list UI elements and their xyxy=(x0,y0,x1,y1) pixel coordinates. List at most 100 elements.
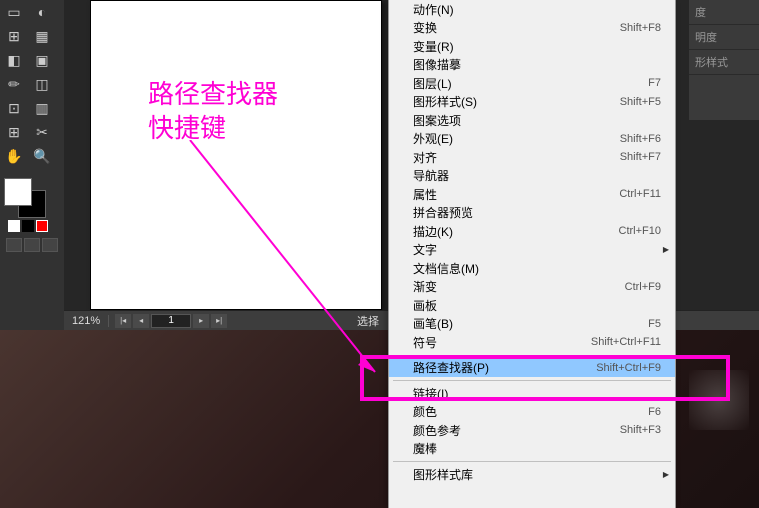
menu-item-shortcut: F6 xyxy=(648,406,661,418)
screen-mode-icons xyxy=(0,238,64,252)
menu-item[interactable]: 变量(R) xyxy=(389,37,675,56)
screen-mode-button[interactable] xyxy=(42,238,58,252)
tool-button[interactable]: ⊞ xyxy=(0,24,28,48)
menu-item-label: 动作(N) xyxy=(413,1,661,18)
menu-item-shortcut: Shift+F8 xyxy=(620,22,661,34)
menu-item[interactable]: 对齐Shift+F7 xyxy=(389,148,675,167)
menu-item[interactable]: 属性Ctrl+F11 xyxy=(389,185,675,204)
mini-swatch-black[interactable] xyxy=(22,220,34,232)
first-page-button[interactable]: |◂ xyxy=(115,314,131,328)
hand-tool-icon[interactable]: ✋ xyxy=(0,144,28,168)
menu-separator xyxy=(393,355,671,356)
menu-item[interactable]: 路径查找器(P)Shift+Ctrl+F9 xyxy=(389,359,675,378)
panel-tab[interactable]: 度 xyxy=(689,0,759,25)
menu-item-shortcut: F7 xyxy=(648,77,661,89)
tool-button[interactable]: ◧ xyxy=(0,48,28,72)
menu-item-label: 图形样式(S) xyxy=(413,93,620,110)
menu-item-shortcut: Shift+Ctrl+F9 xyxy=(596,362,661,374)
menu-item[interactable]: 动作(N) xyxy=(389,0,675,19)
zoom-level[interactable]: 121% xyxy=(64,315,109,327)
menu-item-label: 文档信息(M) xyxy=(413,260,661,277)
left-toolbar: ▭◐ ⊞▦ ◧▣ ✏◫ ⊡▥ ⊞✂ ✋🔍 xyxy=(0,0,64,330)
mini-swatches xyxy=(0,220,64,232)
menu-item-label: 拼合器预览 xyxy=(413,204,661,221)
window-menu: 动作(N)变换Shift+F8变量(R)图像描摹图层(L)F7图形样式(S)Sh… xyxy=(388,0,676,508)
menu-item-label: 描边(K) xyxy=(413,223,619,240)
menu-item-label: 魔棒 xyxy=(413,440,661,457)
menu-item[interactable]: 文字▶ xyxy=(389,241,675,260)
menu-item-label: 图案选项 xyxy=(413,112,661,129)
tool-button[interactable]: ✏ xyxy=(0,72,28,96)
menu-item[interactable]: 导航器 xyxy=(389,167,675,186)
menu-item[interactable]: 文档信息(M) xyxy=(389,259,675,278)
menu-separator xyxy=(393,461,671,462)
menu-item-label: 导航器 xyxy=(413,167,661,184)
menu-item-shortcut: Shift+F3 xyxy=(620,424,661,436)
menu-item[interactable]: 图形样式库▶ xyxy=(389,465,675,484)
menu-item-label: 变换 xyxy=(413,19,620,36)
right-panel-tabs: 度 明度 形样式 xyxy=(689,0,759,120)
tool-button[interactable]: ✂ xyxy=(28,120,56,144)
panel-tab[interactable]: 明度 xyxy=(689,25,759,50)
page-number-input[interactable] xyxy=(151,314,191,328)
menu-item[interactable]: 图像描摹 xyxy=(389,56,675,75)
submenu-arrow-icon: ▶ xyxy=(663,245,669,254)
menu-item[interactable]: 描边(K)Ctrl+F10 xyxy=(389,222,675,241)
menu-item-shortcut: Ctrl+F9 xyxy=(625,281,661,293)
submenu-arrow-icon: ▶ xyxy=(663,470,669,479)
menu-item[interactable]: 画笔(B)F5 xyxy=(389,315,675,334)
menu-item-shortcut: Shift+F5 xyxy=(620,96,661,108)
menu-item[interactable]: 颜色参考Shift+F3 xyxy=(389,421,675,440)
mini-swatch-none[interactable] xyxy=(36,220,48,232)
menu-item-label: 外观(E) xyxy=(413,130,620,147)
menu-item-label: 文字 xyxy=(413,241,661,258)
menu-item-label: 路径查找器(P) xyxy=(413,359,596,376)
menu-item-shortcut: Ctrl+F11 xyxy=(619,188,661,200)
menu-item-label: 渐变 xyxy=(413,278,625,295)
fg-color-swatch[interactable] xyxy=(4,178,32,206)
menu-item[interactable]: 变换Shift+F8 xyxy=(389,19,675,38)
menu-item[interactable]: 图层(L)F7 xyxy=(389,74,675,93)
menu-item-label: 画板 xyxy=(413,297,661,314)
zoom-tool-icon[interactable]: 🔍 xyxy=(28,144,56,168)
menu-item-label: 属性 xyxy=(413,186,619,203)
page-navigator: |◂ ◂ ▸ ▸| xyxy=(109,314,233,328)
menu-item[interactable]: 画板 xyxy=(389,296,675,315)
screen-mode-button[interactable] xyxy=(24,238,40,252)
tool-button[interactable]: ▥ xyxy=(28,96,56,120)
menu-item-label: 对齐 xyxy=(413,149,620,166)
menu-item-shortcut: Shift+F7 xyxy=(620,151,661,163)
tool-button[interactable]: ▭ xyxy=(0,0,28,24)
mini-swatch-white[interactable] xyxy=(8,220,20,232)
tool-button[interactable]: ⊡ xyxy=(0,96,28,120)
app-root: ▭◐ ⊞▦ ◧▣ ✏◫ ⊡▥ ⊞✂ ✋🔍 121% |◂ ◂ xyxy=(0,0,759,508)
menu-item-label: 颜色参考 xyxy=(413,422,620,439)
menu-item-label: 变量(R) xyxy=(413,38,661,55)
last-page-button[interactable]: ▸| xyxy=(211,314,227,328)
menu-item[interactable]: 图形样式(S)Shift+F5 xyxy=(389,93,675,112)
tool-button[interactable]: ◐ xyxy=(28,0,56,24)
tool-button[interactable]: ⊞ xyxy=(0,120,28,144)
tool-button[interactable]: ▦ xyxy=(28,24,56,48)
tool-button[interactable]: ◫ xyxy=(28,72,56,96)
screen-mode-button[interactable] xyxy=(6,238,22,252)
next-page-button[interactable]: ▸ xyxy=(193,314,209,328)
menu-item[interactable]: 颜色F6 xyxy=(389,403,675,422)
menu-item[interactable]: 魔棒 xyxy=(389,440,675,459)
menu-item[interactable]: 链接(I) xyxy=(389,384,675,403)
menu-item-label: 画笔(B) xyxy=(413,315,648,332)
menu-item-shortcut: F5 xyxy=(648,318,661,330)
menu-item[interactable]: 拼合器预览 xyxy=(389,204,675,223)
prev-page-button[interactable]: ◂ xyxy=(133,314,149,328)
menu-item-label: 颜色 xyxy=(413,403,648,420)
menu-item-label: 图像描摹 xyxy=(413,56,661,73)
menu-item[interactable]: 外观(E)Shift+F6 xyxy=(389,130,675,149)
artboard[interactable] xyxy=(90,0,382,310)
tool-button[interactable]: ▣ xyxy=(28,48,56,72)
menu-item[interactable]: 符号Shift+Ctrl+F11 xyxy=(389,333,675,352)
panel-tab[interactable]: 形样式 xyxy=(689,50,759,75)
color-swatches[interactable] xyxy=(0,176,48,216)
menu-item[interactable]: 图案选项 xyxy=(389,111,675,130)
menu-item[interactable]: 渐变Ctrl+F9 xyxy=(389,278,675,297)
menu-item-label: 图层(L) xyxy=(413,75,648,92)
